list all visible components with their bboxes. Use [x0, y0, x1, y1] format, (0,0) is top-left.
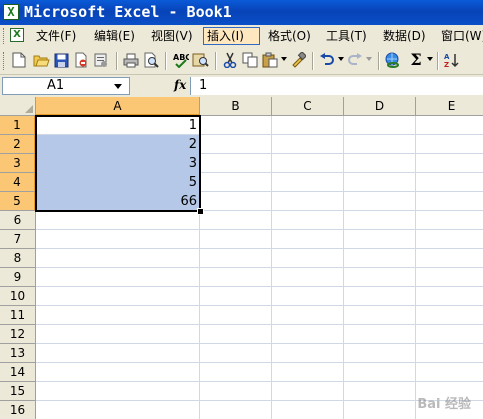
redo-icon[interactable]: [346, 51, 364, 69]
print-preview-icon[interactable]: [142, 51, 160, 69]
row-header-1[interactable]: 1: [0, 116, 36, 135]
select-all-triangle-icon: [25, 105, 33, 113]
undo-dropdown[interactable]: [338, 57, 344, 61]
cut-icon[interactable]: [221, 51, 239, 69]
format-painter-icon[interactable]: [289, 51, 307, 69]
redo-dropdown[interactable]: [366, 57, 372, 61]
menu-edit[interactable]: 编辑(E): [91, 27, 138, 45]
row-header-14[interactable]: 14: [0, 363, 36, 382]
autosum-dropdown[interactable]: [427, 57, 433, 61]
autosum-icon[interactable]: Σ: [406, 51, 426, 69]
menu-file[interactable]: 文件(F): [33, 27, 79, 45]
open-icon[interactable]: [32, 51, 50, 69]
column-header-c[interactable]: C: [272, 97, 344, 116]
svg-text:A: A: [444, 53, 450, 61]
toolbar-separator: [165, 52, 167, 70]
hyperlink-icon[interactable]: [384, 51, 402, 69]
name-box-dropdown-icon[interactable]: [114, 84, 122, 89]
formula-value: 1: [199, 78, 208, 93]
new-icon[interactable]: [10, 51, 28, 69]
toolbar-separator: [116, 52, 118, 70]
workbook-menu-icon[interactable]: X: [10, 28, 24, 42]
save-icon[interactable]: [52, 51, 70, 69]
row-gridline: [36, 362, 483, 363]
row-header-10[interactable]: 10: [0, 287, 36, 306]
paste-dropdown[interactable]: [281, 57, 287, 61]
row-header-11[interactable]: 11: [0, 306, 36, 325]
row-gridline: [36, 324, 483, 325]
row-header-9[interactable]: 9: [0, 268, 36, 287]
permission-icon[interactable]: [72, 51, 90, 69]
row-header-8[interactable]: 8: [0, 249, 36, 268]
toolbar-separator: [378, 52, 380, 70]
menu-insert[interactable]: 插入(I): [203, 27, 260, 45]
svg-text:Z: Z: [444, 61, 449, 68]
formula-input[interactable]: 1: [190, 77, 483, 95]
column-header-a[interactable]: A: [36, 97, 200, 116]
name-box[interactable]: A1: [2, 77, 130, 95]
watermark: Bai 经验: [417, 397, 471, 412]
menu-tools[interactable]: 工具(T): [323, 27, 370, 45]
select-all-button[interactable]: [0, 97, 36, 116]
row-header-12[interactable]: 12: [0, 325, 36, 344]
row-gridline: [36, 286, 483, 287]
row-header-6[interactable]: 6: [0, 211, 36, 230]
sort-ascending-icon[interactable]: AZ: [443, 51, 461, 69]
menu-format[interactable]: 格式(O): [265, 27, 314, 45]
row-gridline: [36, 267, 483, 268]
email-icon[interactable]: [92, 51, 110, 69]
row-gridline: [36, 229, 483, 230]
row-header-15[interactable]: 15: [0, 382, 36, 401]
undo-icon[interactable]: [318, 51, 336, 69]
print-icon[interactable]: [122, 51, 140, 69]
row-header-16[interactable]: 16: [0, 401, 36, 419]
spelling-icon[interactable]: ABC: [171, 51, 189, 69]
menu-bar: X 文件(F) 编辑(E) 视图(V) 插入(I) 格式(O) 工具(T) 数据…: [0, 25, 483, 47]
copy-icon[interactable]: [241, 51, 259, 69]
toolbar-separator: [437, 52, 439, 70]
row-header-5[interactable]: 5: [0, 192, 36, 211]
row-header-3[interactable]: 3: [0, 154, 36, 173]
column-header-b[interactable]: B: [200, 97, 272, 116]
formula-bar: A1 fx 1: [0, 75, 483, 97]
menu-view[interactable]: 视图(V): [148, 27, 196, 45]
toolbar-separator: [215, 52, 217, 70]
menu-window[interactable]: 窗口(W): [438, 27, 483, 45]
menu-grip[interactable]: [3, 28, 7, 44]
excel-app-icon[interactable]: X: [3, 4, 19, 20]
menu-data[interactable]: 数据(D): [380, 27, 429, 45]
row-gridline: [36, 343, 483, 344]
row-gridline: [36, 381, 483, 382]
fill-handle[interactable]: [197, 208, 204, 215]
standard-toolbar: ABC Σ A Z: [0, 47, 483, 75]
row-header-4[interactable]: 4: [0, 173, 36, 192]
row-gridline: [36, 248, 483, 249]
column-header-d[interactable]: D: [344, 97, 416, 116]
row-header-7[interactable]: 7: [0, 230, 36, 249]
row-header-2[interactable]: 2: [0, 135, 36, 154]
row-gridline: [36, 305, 483, 306]
worksheet-grid[interactable]: A B C D E 1 2 3 4 5 6 7 8 9 10 11 12 13 14 15 16 1 2 3 5 66: [0, 97, 483, 419]
research-icon[interactable]: [191, 51, 209, 69]
toolbar-grip[interactable]: [3, 52, 7, 70]
row-gridline: [36, 400, 483, 401]
paste-icon[interactable]: [261, 51, 279, 69]
excel-window: X Microsoft Excel - Book1 X 文件(F) 编辑(E) …: [0, 0, 483, 419]
selection-border: [35, 115, 201, 212]
window-title: Microsoft Excel - Book1: [24, 3, 232, 21]
name-box-value: A1: [47, 78, 65, 93]
row-header-13[interactable]: 13: [0, 344, 36, 363]
title-bar[interactable]: X Microsoft Excel - Book1: [0, 0, 483, 25]
insert-function-icon[interactable]: fx: [174, 77, 186, 93]
toolbar-separator: [312, 52, 314, 70]
column-header-e[interactable]: E: [416, 97, 483, 116]
